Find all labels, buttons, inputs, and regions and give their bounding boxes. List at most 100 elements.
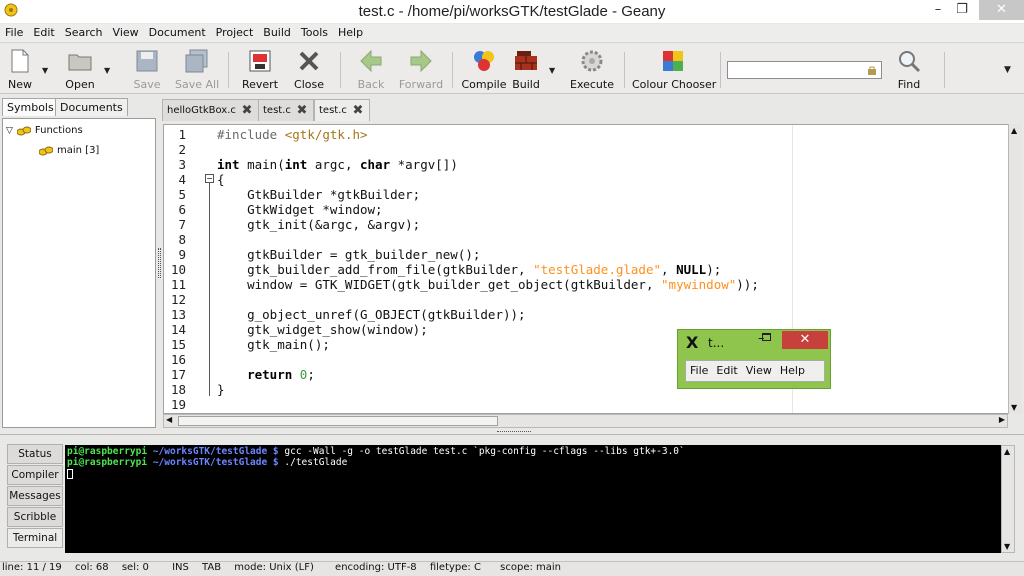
execute-button[interactable]: Execute [570, 44, 614, 94]
tab-hellogtkbox[interactable]: helloGtkBox.c ✖ [162, 99, 259, 121]
close-window-button[interactable]: ✕ [979, 0, 1024, 20]
tree-group-functions[interactable]: ▽ Functions [6, 125, 83, 136]
tab-compiler[interactable]: Compiler [7, 465, 63, 485]
find-button[interactable]: Find [894, 44, 924, 94]
search-input[interactable] [727, 61, 882, 79]
close-tab-icon[interactable]: ✖ [351, 103, 365, 118]
build-bricks-icon [515, 51, 537, 70]
popup-maximize-button[interactable] [762, 333, 771, 341]
status-sel: sel: 0 [121, 562, 149, 573]
menu-file[interactable]: File [0, 24, 28, 39]
close-tab-icon[interactable]: ✖ [295, 103, 309, 118]
tab-test-c[interactable]: test.c ✖ [258, 99, 314, 121]
save-button[interactable]: Save [130, 44, 164, 94]
code-line: int main(int argc, char *argv[]) [217, 157, 458, 172]
new-dropdown-icon[interactable]: ▼ [42, 66, 48, 75]
forward-arrow-icon [410, 49, 432, 73]
popup-close-button[interactable]: ✕ [782, 331, 828, 349]
toolbar-separator [624, 52, 625, 88]
tab-symbols[interactable]: Symbols [2, 98, 59, 116]
popup-menu-view[interactable]: View [742, 361, 776, 380]
menu-tools[interactable]: Tools [296, 24, 333, 39]
status-bar: line: 11 / 19 col: 68 sel: 0 INS TAB mod… [0, 561, 1024, 576]
editor-horizontal-scrollbar[interactable]: ◀ ▶ [163, 414, 1008, 428]
scroll-up-icon[interactable]: ▲ [1011, 126, 1017, 135]
sidebar-resize-handle[interactable] [158, 248, 161, 278]
line-number: 6 [178, 202, 186, 217]
save-all-button[interactable]: Save All [175, 44, 219, 94]
popup-menu-file[interactable]: File [686, 361, 712, 380]
horizontal-scroll-thumb[interactable] [178, 416, 498, 426]
tree-item-main[interactable]: main [3] [39, 145, 99, 156]
save-all-icon [185, 49, 208, 73]
menu-project[interactable]: Project [211, 24, 259, 39]
close-button[interactable]: Close [292, 44, 326, 94]
tab-scribble[interactable]: Scribble [7, 507, 63, 527]
line-number: 11 [170, 277, 186, 292]
editor-vertical-scrollbar[interactable]: ▲ ▼ [1008, 124, 1022, 414]
fold-toggle-icon[interactable]: − [205, 174, 214, 183]
menu-build[interactable]: Build [258, 24, 296, 39]
toolbar-separator [340, 52, 341, 88]
minimize-button[interactable]: – [926, 0, 950, 20]
popup-menu-help[interactable]: Help [776, 361, 809, 380]
menu-document[interactable]: Document [144, 24, 211, 39]
tab-test-c-active[interactable]: test.c ✖ [314, 99, 370, 121]
scroll-right-icon[interactable]: ▶ [999, 415, 1005, 424]
menu-help[interactable]: Help [333, 24, 368, 39]
lock-icon [868, 66, 876, 75]
new-label: New [8, 78, 32, 91]
tab-status[interactable]: Status [7, 444, 63, 464]
app-window-popup[interactable]: X t... – ✕ File Edit View Help [677, 329, 831, 389]
line-number: 2 [178, 142, 186, 157]
popup-menu-edit[interactable]: Edit [712, 361, 741, 380]
function-group-icon [16, 126, 31, 135]
find-magnifier-icon [899, 51, 921, 73]
status-tab: TAB [202, 562, 222, 573]
code-line: gtk_builder_add_from_file(gtkBuilder, "t… [217, 262, 722, 277]
code-editor[interactable]: 1 2 3 4 5 6 7 8 9 10 11 12 13 14 15 16 17 18 19 − #include… [163, 124, 1009, 414]
new-button[interactable]: New [4, 44, 36, 94]
scroll-down-icon[interactable]: ▼ [1011, 403, 1017, 412]
line-number: 10 [170, 262, 186, 277]
revert-button[interactable]: Revert [240, 44, 280, 94]
menu-search[interactable]: Search [60, 24, 108, 39]
window-title: test.c - /home/pi/worksGTK/testGlade - G… [358, 3, 666, 20]
code-line: #include <gtk/gtk.h> [217, 127, 368, 142]
tab-terminal[interactable]: Terminal [7, 528, 63, 548]
scroll-up-icon[interactable]: ▲ [1004, 447, 1010, 456]
popup-title: t... [708, 336, 725, 350]
open-button[interactable]: Open [62, 44, 98, 94]
tab-messages[interactable]: Messages [7, 486, 63, 506]
close-tab-icon[interactable]: ✖ [240, 103, 254, 118]
build-label: Build [512, 78, 540, 91]
terminal-line: pi@raspberrypi ~/worksGTK/testGlade $ gc… [67, 446, 999, 457]
terminal-scrollbar[interactable]: ▲ ▼ [1001, 445, 1015, 553]
forward-button[interactable]: Forward [398, 44, 444, 94]
build-button[interactable]: Build [510, 44, 542, 94]
code-line: return 0; [247, 367, 315, 382]
scroll-down-icon[interactable]: ▼ [1004, 542, 1010, 551]
line-number: 7 [178, 217, 186, 232]
terminal-command: ./testGlade [278, 457, 348, 468]
save-icon [136, 50, 158, 72]
build-dropdown-icon[interactable]: ▼ [549, 66, 555, 75]
expander-down-icon[interactable]: ▽ [6, 126, 13, 136]
compile-label: Compile [461, 78, 507, 91]
maximize-button[interactable]: ❐ [950, 0, 974, 20]
compile-button[interactable]: Compile [460, 44, 508, 94]
scroll-left-icon[interactable]: ◀ [166, 415, 172, 424]
back-button[interactable]: Back [354, 44, 388, 94]
terminal-command: gcc -Wall -g -o testGlade test.c `pkg-co… [278, 446, 685, 457]
code-line: gtk_init(&argc, &argv); [217, 217, 421, 232]
line-number: 13 [170, 307, 186, 322]
code-line: gtk_main(); [217, 337, 330, 352]
open-dropdown-icon[interactable]: ▼ [104, 66, 110, 75]
menu-edit[interactable]: Edit [28, 24, 59, 39]
terminal[interactable]: pi@raspberrypi ~/worksGTK/testGlade $ gc… [65, 445, 1001, 553]
colour-chooser-button[interactable]: Colour Chooser [632, 44, 716, 94]
menu-view[interactable]: View [108, 24, 144, 39]
tab-documents[interactable]: Documents [55, 98, 128, 116]
tab-label: test.c [263, 105, 291, 116]
toolbar-overflow-icon[interactable]: ▼ [1004, 65, 1011, 75]
